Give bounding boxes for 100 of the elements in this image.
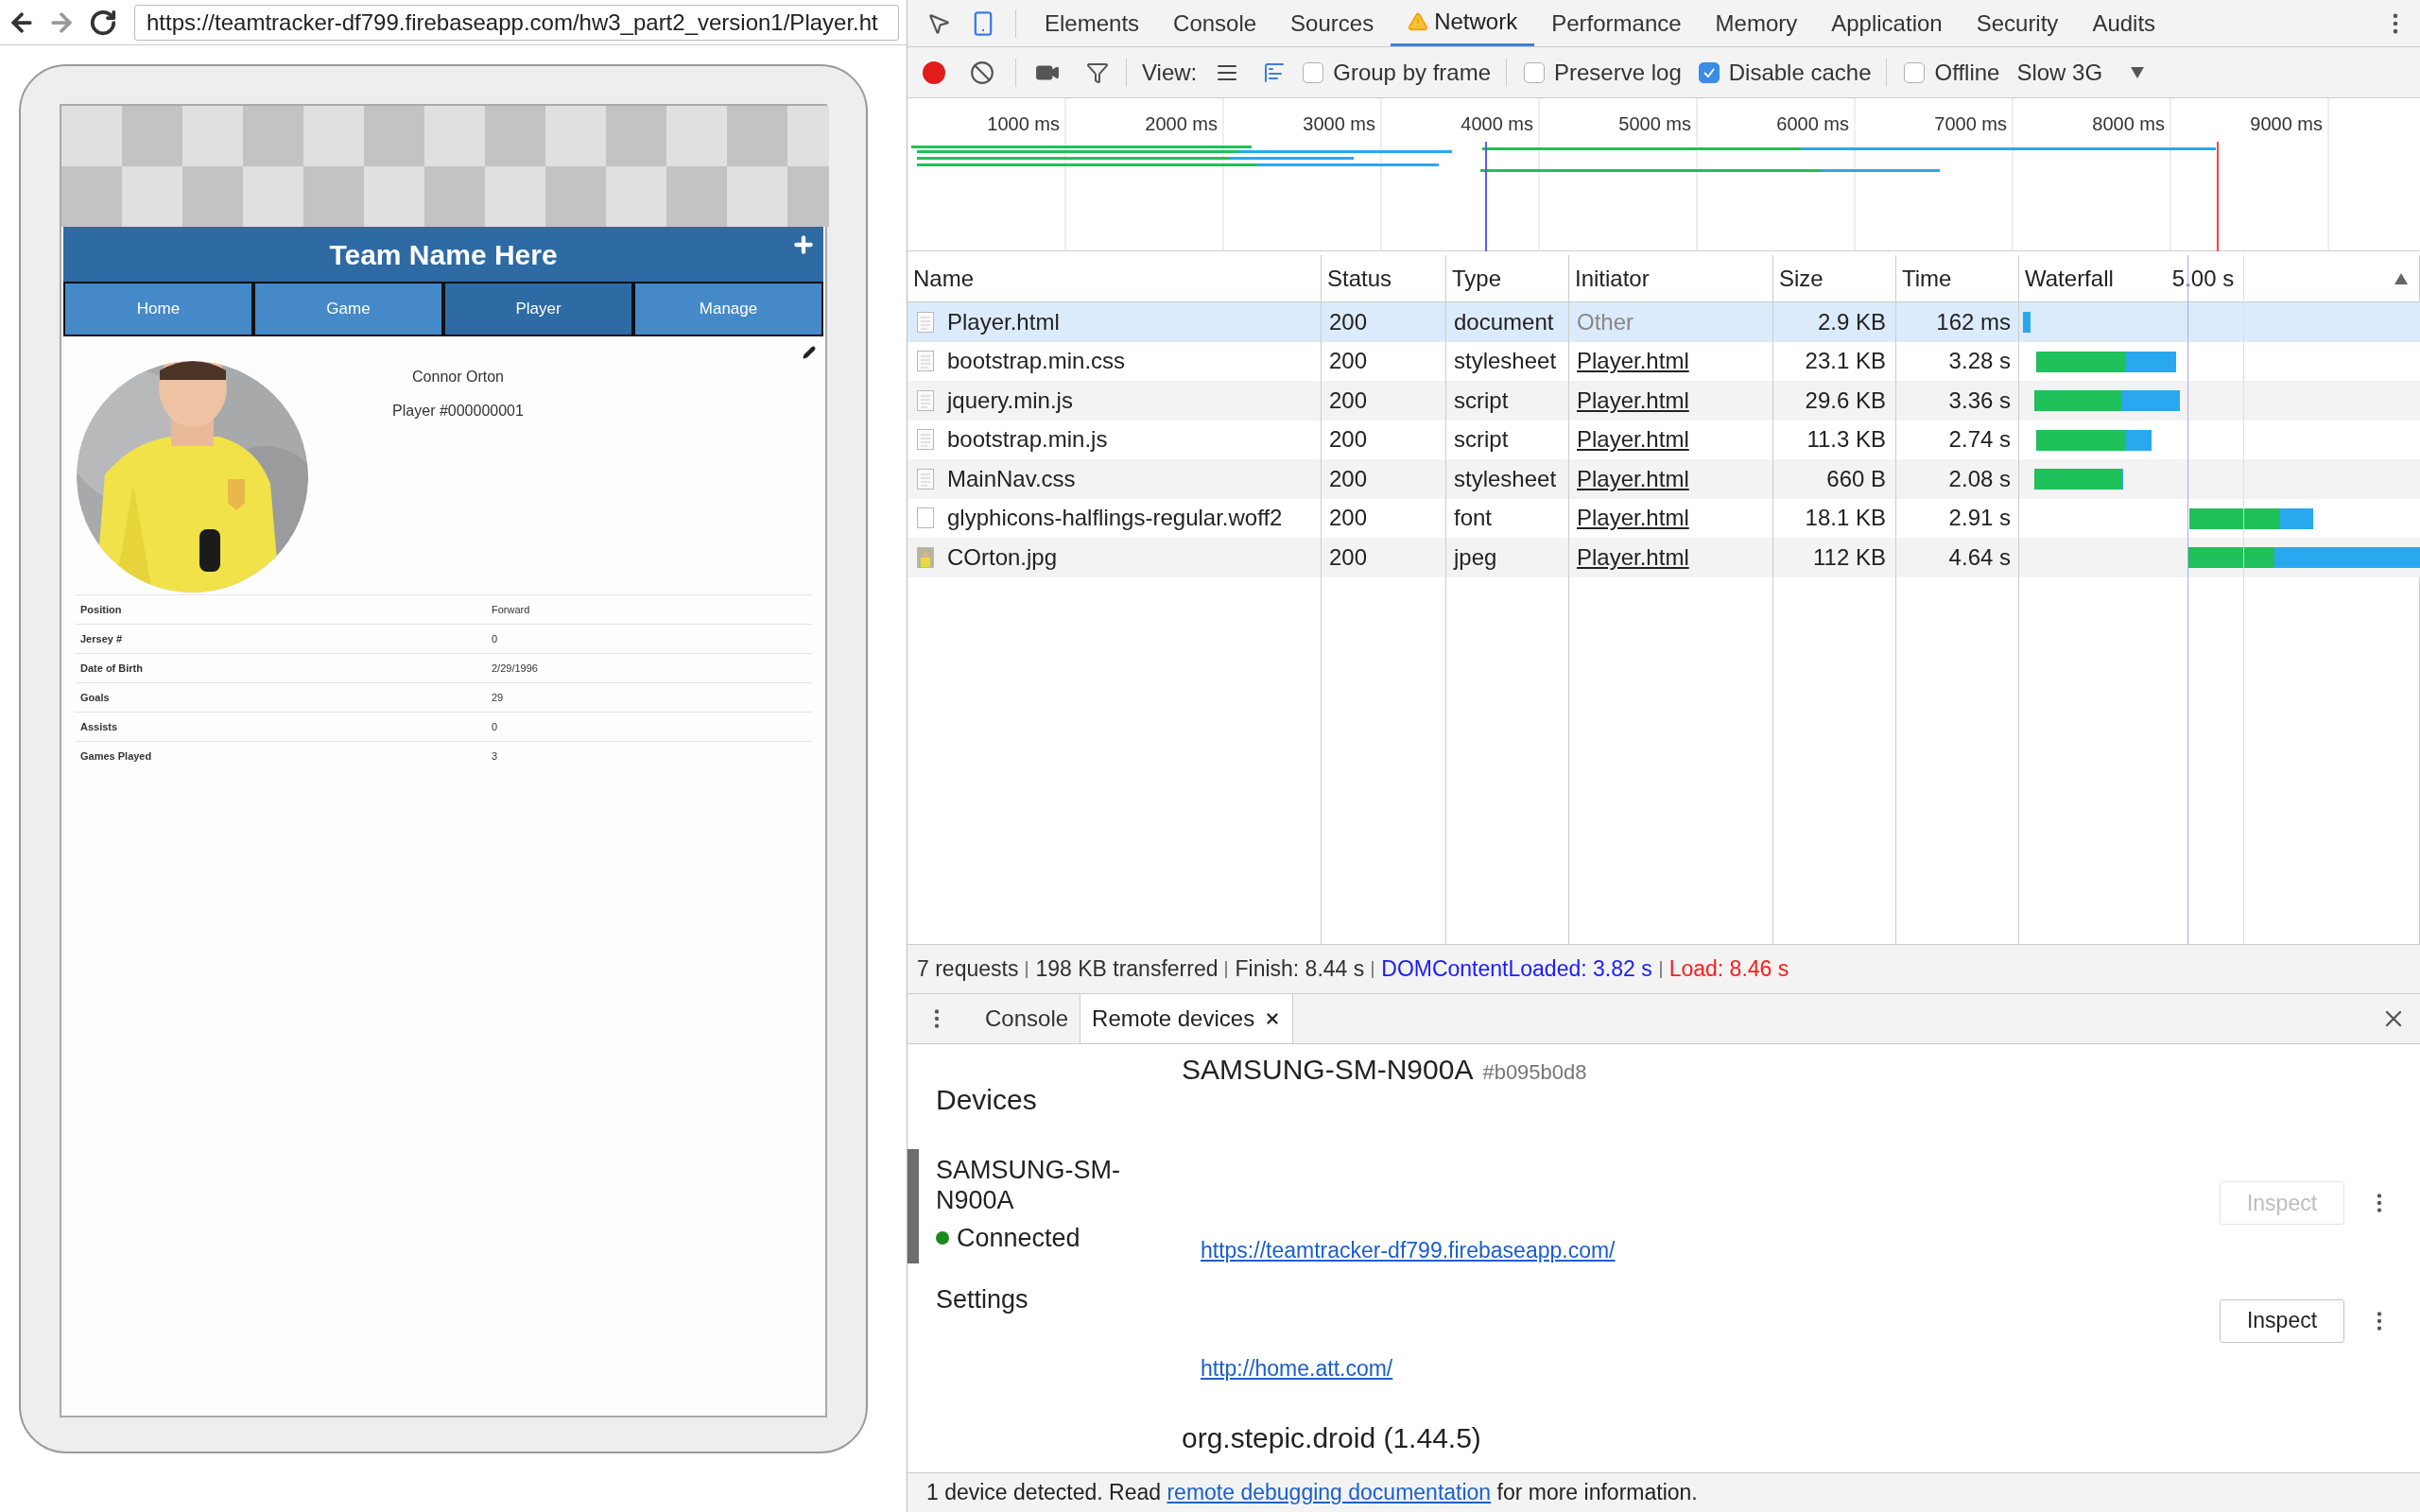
device-name: SAMSUNG-SM-N900A (936, 1155, 1121, 1215)
column-header[interactable]: Status (1327, 261, 1392, 296)
page-url[interactable]: http://home.att.com/ (1201, 1351, 1393, 1384)
request-name: jquery.min.js (947, 386, 1073, 415)
detail-value: 0 (492, 719, 498, 734)
panel-tab[interactable]: Audits (2075, 0, 2173, 46)
nav-tab[interactable]: Home (63, 282, 253, 336)
record-icon[interactable] (923, 60, 945, 84)
summary-item: 7 requests (917, 955, 1019, 984)
file-icon (917, 389, 934, 411)
filter-icon[interactable] (1086, 60, 1109, 84)
request-name: Player.html (947, 307, 1060, 336)
settings-item[interactable]: Settings (936, 1280, 1182, 1318)
column-header[interactable]: Waterfall (2025, 261, 2114, 296)
request-type: stylesheet (1454, 347, 1557, 376)
initiator-link[interactable]: Player.html (1577, 383, 1689, 418)
request-row[interactable]: MainNav.css 200 stylesheet Player.html 660 B 2.08 s (908, 459, 2420, 499)
request-row[interactable]: COrton.jpg 200 jpeg Player.html 112 KB 4.64 s (908, 538, 2420, 577)
request-status: 200 (1329, 386, 1368, 415)
throttling-dropdown[interactable]: Slow 3G (2016, 55, 2145, 90)
request-status: 200 (1329, 347, 1368, 376)
request-time: 4.64 s (1948, 542, 2011, 572)
request-time: 162 ms (1936, 307, 2011, 336)
documentation-link[interactable]: remote debugging documentation (1167, 1480, 1492, 1505)
request-time: 3.28 s (1948, 347, 2011, 376)
request-size: 2.9 KB (1817, 307, 1886, 336)
request-status: 200 (1329, 464, 1368, 493)
request-type: script (1454, 425, 1509, 455)
request-type: document (1454, 307, 1554, 336)
summary-item: 198 KB transferred (1035, 955, 1219, 984)
file-icon (917, 429, 934, 451)
nav-tab[interactable]: Game (253, 282, 443, 336)
initiator-link[interactable]: Player.html (1577, 501, 1689, 536)
initiator-link[interactable]: Player.html (1577, 461, 1689, 496)
request-size: 112 KB (1813, 542, 1886, 572)
panel-tab[interactable]: Security (1959, 0, 2076, 46)
player-name: Connor Orton (412, 368, 504, 387)
clear-icon[interactable] (970, 60, 994, 85)
detail-value: 2/29/1996 (492, 661, 538, 676)
request-size: 11.3 KB (1806, 425, 1886, 455)
waterfall-view-icon[interactable] (1263, 60, 1287, 84)
initiator-link[interactable]: Player.html (1577, 422, 1689, 457)
device-item[interactable]: SAMSUNG-SM-N900A Connected (908, 1149, 1182, 1263)
summary-item: Load: 8.46 s (1668, 955, 1789, 984)
add-icon[interactable] (791, 232, 816, 257)
request-row[interactable]: jquery.min.js 200 script Player.html 29.6 KB 3.36 s (908, 381, 2420, 421)
detail-label: Date of Birth (79, 661, 144, 676)
view-label: View: (1142, 58, 1198, 87)
column-header[interactable]: Type (1452, 261, 1502, 296)
panel-tab[interactable]: Memory (1698, 0, 1815, 46)
panel-tab[interactable]: Sources (1273, 0, 1392, 46)
file-icon (917, 507, 934, 529)
inspect-button[interactable]: Inspect (2220, 1298, 2344, 1343)
sort-ascending-icon[interactable] (2394, 272, 2408, 284)
checkbox-label: Offline (1934, 58, 2000, 87)
panel-tab[interactable]: Performance (1534, 0, 1699, 46)
drawer-tab[interactable]: Remote devices (1080, 994, 1294, 1043)
checkbox[interactable] (1904, 61, 1926, 83)
column-header[interactable]: Name (913, 261, 975, 296)
request-status: 200 (1329, 504, 1368, 533)
initiator-link[interactable]: Player.html (1577, 540, 1689, 575)
request-row[interactable]: Player.html 200 document Other 2.9 KB 162 ms (908, 302, 2420, 342)
time-tick: 2000 ms (1144, 112, 1218, 136)
edit-icon[interactable] (803, 346, 816, 359)
panel-tab[interactable]: Elements (1028, 0, 1157, 46)
request-status: 200 (1329, 425, 1368, 455)
column-header[interactable]: Initiator (1575, 261, 1650, 296)
nav-tab[interactable]: Manage (633, 282, 823, 336)
time-tick: 3000 ms (1302, 112, 1375, 136)
device-status: Connected (957, 1223, 1080, 1254)
time-tick: 5000 ms (1617, 112, 1691, 136)
request-status: 200 (1329, 307, 1368, 336)
detail-value: Forward (492, 602, 530, 617)
time-tick: 8000 ms (2091, 112, 2165, 136)
checkbox[interactable] (1303, 61, 1324, 83)
app-name: org.stepic.droid (1.44.5) (1182, 1421, 1482, 1455)
column-header[interactable]: Size (1779, 261, 1824, 296)
checkbox-label: Preserve log (1554, 58, 1682, 87)
url-field[interactable]: https://teamtracker-df799.firebaseapp.com/hw3_part2_version1/Player.ht (134, 4, 899, 41)
summary-item: Finish: 8.44 s (1235, 955, 1365, 984)
nav-tab[interactable]: Player (443, 282, 633, 336)
checkbox[interactable] (1698, 61, 1720, 83)
drawer-tab[interactable]: Console (974, 994, 1080, 1043)
request-type: script (1454, 386, 1509, 415)
column-header[interactable]: Time (1902, 261, 1952, 296)
sidebar-title: Devices (936, 1083, 1038, 1117)
footer-message: 1 device detected. Read remote debugging documentation for more information. (908, 1472, 2420, 1512)
panel-tab[interactable]: Console (1156, 0, 1274, 46)
request-name: bootstrap.min.css (947, 347, 1126, 376)
panel-tab[interactable]: Application (1814, 0, 1960, 46)
initiator-link[interactable]: Player.html (1577, 344, 1689, 379)
reload-icon[interactable] (89, 8, 117, 37)
request-name: bootstrap.min.js (947, 425, 1108, 455)
checkbox[interactable] (1524, 61, 1545, 83)
detail-label: Assists (79, 719, 119, 734)
request-time: 2.91 s (1948, 504, 2011, 533)
detail-value: 29 (492, 690, 504, 705)
request-time: 2.74 s (1948, 425, 2011, 455)
request-time: 2.08 s (1948, 464, 2011, 493)
request-name: COrton.jpg (947, 542, 1058, 572)
